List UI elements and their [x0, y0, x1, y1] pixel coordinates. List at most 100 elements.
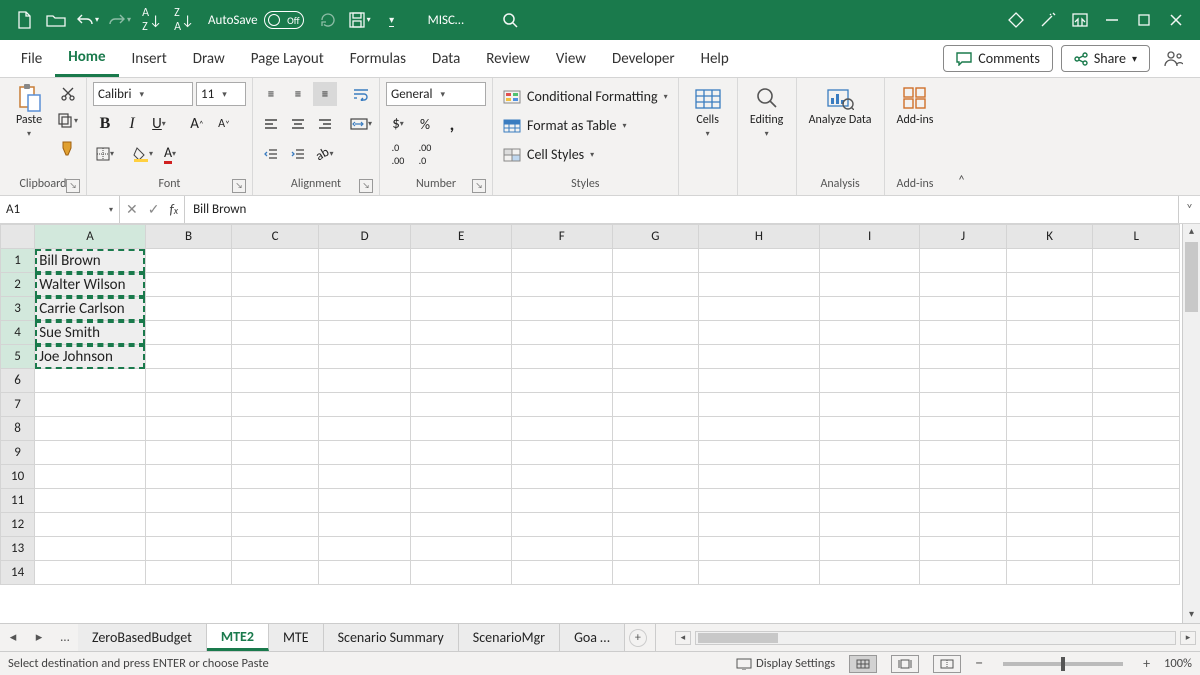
cell[interactable] [411, 441, 512, 465]
tab-view[interactable]: View [543, 40, 599, 77]
collapse-ribbon-icon[interactable]: ˄ [945, 78, 977, 195]
collab-icon[interactable] [1154, 40, 1192, 77]
cell[interactable] [920, 465, 1007, 489]
inc-indent-icon[interactable] [286, 142, 310, 166]
col-header[interactable]: C [232, 225, 319, 249]
shrink-font-icon[interactable]: A˅ [212, 112, 236, 136]
cell[interactable] [920, 561, 1007, 585]
cell[interactable] [920, 417, 1007, 441]
cell[interactable] [232, 489, 319, 513]
cell[interactable] [612, 537, 699, 561]
cell[interactable] [318, 417, 411, 441]
cell[interactable]: Joe Johnson [35, 345, 146, 369]
align-middle-icon[interactable]: ≡ [286, 82, 310, 106]
cell[interactable] [612, 273, 699, 297]
analyze-data-button[interactable]: Analyze Data [803, 82, 878, 129]
cell[interactable] [511, 441, 612, 465]
cell[interactable] [819, 417, 920, 441]
cell-styles-button[interactable]: Cell Styles ▾ [499, 144, 672, 165]
tab-page-layout[interactable]: Page Layout [238, 40, 337, 77]
cell[interactable] [1006, 393, 1093, 417]
font-name-dropdown[interactable]: Calibri [93, 82, 193, 106]
cell[interactable] [411, 249, 512, 273]
borders-icon[interactable]: ▾ [93, 142, 117, 166]
cell[interactable]: Bill Brown [35, 249, 146, 273]
cell[interactable] [819, 561, 920, 585]
cell[interactable] [819, 297, 920, 321]
cell[interactable] [1093, 369, 1180, 393]
cell[interactable] [318, 489, 411, 513]
cell[interactable] [699, 417, 820, 441]
cell[interactable] [232, 513, 319, 537]
dec-indent-icon[interactable] [259, 142, 283, 166]
enter-formula-icon[interactable]: ✓ [148, 201, 160, 218]
cell[interactable] [699, 441, 820, 465]
align-bottom-icon[interactable]: ≡ [313, 82, 337, 106]
cell[interactable] [699, 273, 820, 297]
page-layout-view-icon[interactable] [891, 655, 919, 673]
comma-icon[interactable]: , [440, 112, 464, 136]
cell[interactable] [920, 489, 1007, 513]
cell[interactable] [35, 561, 146, 585]
cell[interactable] [411, 537, 512, 561]
align-center-icon[interactable] [286, 112, 310, 136]
cell[interactable] [35, 489, 146, 513]
col-header[interactable]: D [318, 225, 411, 249]
fill-color-icon[interactable]: ▾ [131, 142, 155, 166]
cell[interactable] [1093, 321, 1180, 345]
maximize-icon[interactable] [1128, 4, 1160, 36]
cell[interactable] [1093, 465, 1180, 489]
cell[interactable] [511, 489, 612, 513]
cut-icon[interactable] [56, 82, 80, 106]
cell[interactable] [1006, 273, 1093, 297]
row-header[interactable]: 7 [1, 393, 35, 417]
row-header[interactable]: 11 [1, 489, 35, 513]
cell[interactable] [232, 321, 319, 345]
wand-icon[interactable] [1032, 4, 1064, 36]
comments-button[interactable]: Comments [943, 45, 1053, 72]
new-sheet-icon[interactable]: + [629, 629, 647, 647]
cell[interactable] [232, 465, 319, 489]
cell[interactable] [145, 489, 232, 513]
cell[interactable] [145, 297, 232, 321]
sort-asc-icon[interactable]: AZ↓ [136, 4, 168, 36]
zoom-out-icon[interactable]: − [975, 654, 983, 673]
row-header[interactable]: 2 [1, 273, 35, 297]
copy-icon[interactable]: ▾ [56, 109, 80, 133]
cell[interactable] [819, 345, 920, 369]
row-header[interactable]: 10 [1, 465, 35, 489]
horizontal-scrollbar[interactable]: ◂ ▸ [671, 624, 1200, 651]
cell[interactable] [1093, 417, 1180, 441]
vertical-scrollbar[interactable]: ▴ ▾ [1182, 224, 1200, 623]
cell[interactable] [35, 393, 146, 417]
clipboard-launcher-icon[interactable]: ↘ [66, 179, 80, 193]
row-header[interactable]: 8 [1, 417, 35, 441]
cell[interactable] [699, 513, 820, 537]
col-header[interactable]: G [612, 225, 699, 249]
cell[interactable] [411, 393, 512, 417]
cell[interactable] [819, 249, 920, 273]
font-color-icon[interactable]: A▾ [158, 142, 182, 166]
cell[interactable] [699, 489, 820, 513]
cell[interactable] [612, 561, 699, 585]
cell[interactable] [411, 369, 512, 393]
cell[interactable] [145, 465, 232, 489]
col-header[interactable]: A [35, 225, 146, 249]
expand-formula-icon[interactable]: ˅ [1178, 196, 1200, 223]
cell[interactable] [612, 369, 699, 393]
format-as-table-button[interactable]: Format as Table ▾ [499, 115, 672, 136]
cell[interactable] [920, 297, 1007, 321]
cell[interactable] [1093, 345, 1180, 369]
tab-draw[interactable]: Draw [180, 40, 238, 77]
cell[interactable] [920, 273, 1007, 297]
open-icon[interactable] [40, 4, 72, 36]
cell[interactable] [612, 465, 699, 489]
tab-nav-more-icon[interactable]: … [52, 624, 78, 651]
save-icon[interactable]: ▾ [344, 4, 376, 36]
cell[interactable] [232, 537, 319, 561]
cell[interactable] [819, 321, 920, 345]
cell[interactable] [511, 273, 612, 297]
cell[interactable] [411, 417, 512, 441]
cells-button[interactable]: Cells▾ [685, 82, 731, 142]
cell[interactable]: Sue Smith [35, 321, 146, 345]
